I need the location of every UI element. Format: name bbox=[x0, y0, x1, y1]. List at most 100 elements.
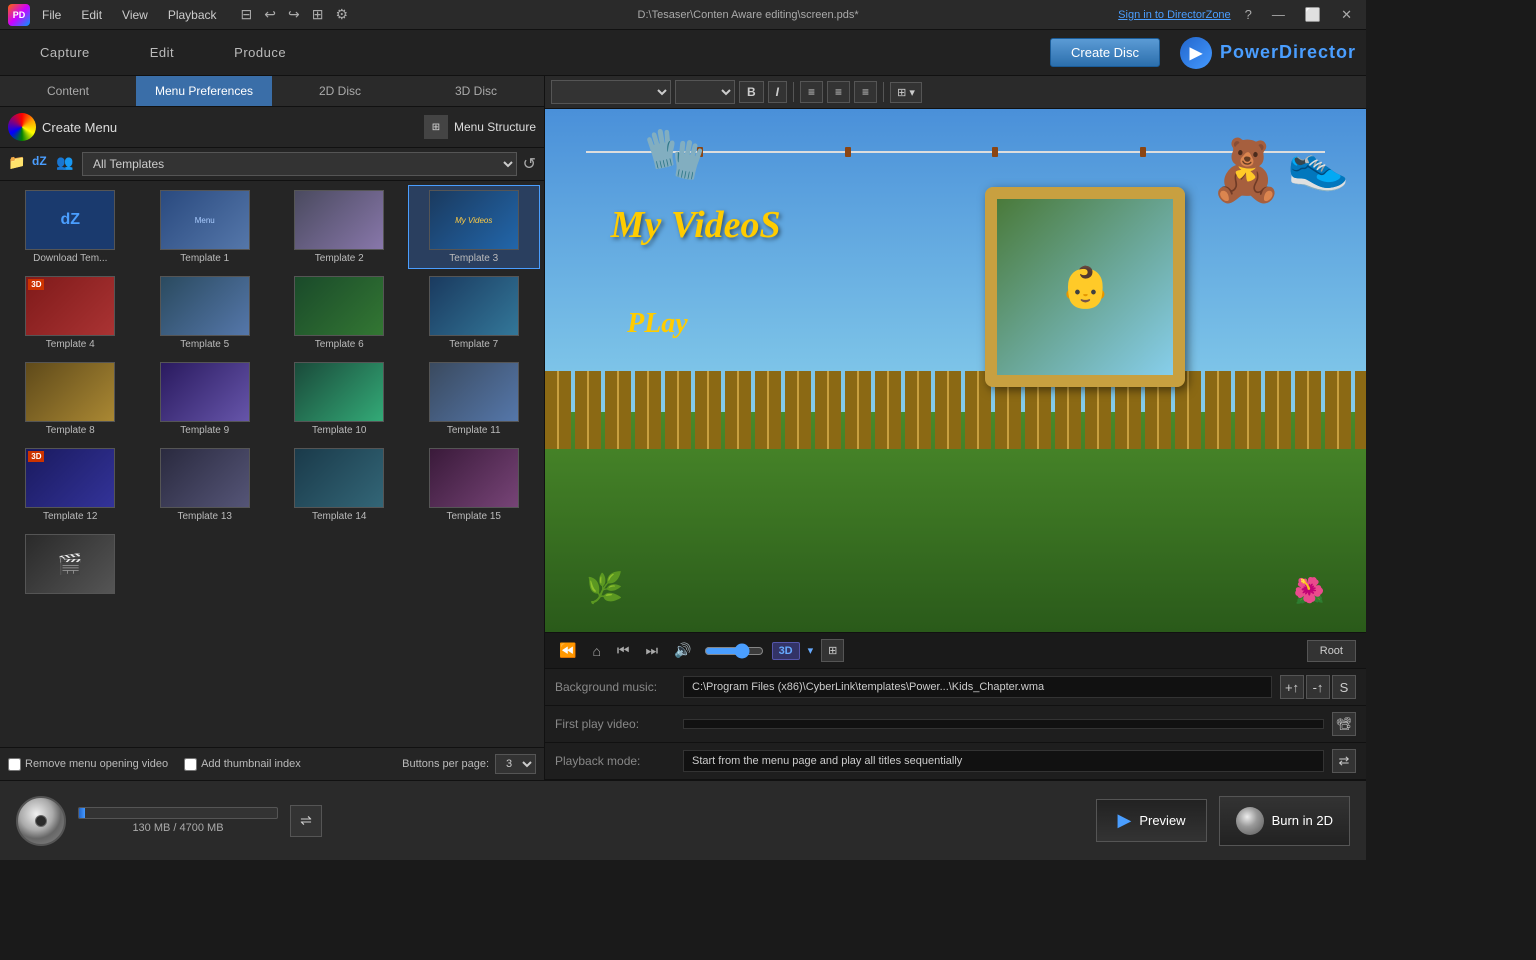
create-disc-button[interactable]: Create Disc bbox=[1050, 38, 1160, 67]
create-menu-button[interactable]: Create Menu bbox=[42, 120, 117, 135]
template-thumb-2 bbox=[294, 190, 384, 250]
template-label-12: Template 12 bbox=[43, 511, 97, 522]
template-12[interactable]: 3D Template 12 bbox=[4, 443, 137, 527]
toolbar-settings-btn[interactable]: ⚙ bbox=[331, 4, 352, 25]
template-label-1: Template 1 bbox=[180, 253, 229, 264]
template-2[interactable]: Template 2 bbox=[273, 185, 406, 269]
menu-file[interactable]: File bbox=[34, 6, 69, 24]
bg-music-settings-btn[interactable]: S bbox=[1332, 675, 1356, 699]
nav-capture[interactable]: Capture bbox=[10, 37, 120, 68]
first-play-value bbox=[683, 719, 1324, 729]
add-thumbnail-checkbox[interactable] bbox=[184, 758, 197, 771]
refresh-button[interactable]: ↺ bbox=[523, 154, 536, 174]
template-10[interactable]: Template 10 bbox=[273, 357, 406, 441]
align-left-button[interactable]: ≡ bbox=[800, 81, 823, 103]
remove-opening-row[interactable]: Remove menu opening video bbox=[8, 758, 168, 771]
menu-structure-button[interactable]: ⊞ Menu Structure bbox=[424, 115, 536, 139]
template-11[interactable]: Template 11 bbox=[408, 357, 541, 441]
template-thumb-extra: 🎬 bbox=[25, 534, 115, 594]
folder-icon[interactable]: 📁 bbox=[8, 154, 28, 174]
template-5[interactable]: Template 5 bbox=[139, 271, 272, 355]
play-text[interactable]: PLay bbox=[627, 308, 688, 340]
title-bar-left: PD File Edit View Playback ⊟ ↩ ↪ ⊞ ⚙ bbox=[8, 4, 378, 26]
bg-music-add-btn[interactable]: +↑ bbox=[1280, 675, 1304, 699]
template-thumb-1: Menu bbox=[160, 190, 250, 250]
help-btn[interactable]: ? bbox=[1239, 5, 1258, 24]
pb-3d-dropdown[interactable]: ▾ bbox=[808, 644, 814, 657]
maximize-btn[interactable]: ⬜ bbox=[1299, 5, 1327, 25]
layout-button[interactable]: ⊞ ▾ bbox=[890, 82, 922, 103]
nav-edit[interactable]: Edit bbox=[120, 37, 204, 68]
pb-home-btn[interactable]: ⌂ bbox=[588, 641, 604, 661]
bg-music-label: Background music: bbox=[555, 680, 675, 694]
template-14[interactable]: Template 14 bbox=[273, 443, 406, 527]
template-15[interactable]: Template 15 bbox=[408, 443, 541, 527]
font-family-select[interactable] bbox=[551, 80, 671, 104]
template-3[interactable]: My Videos Template 3 bbox=[408, 185, 541, 269]
template-8[interactable]: Template 8 bbox=[4, 357, 137, 441]
pb-next-btn[interactable]: ⏭ bbox=[642, 640, 663, 661]
template-6[interactable]: Template 6 bbox=[273, 271, 406, 355]
pb-volume-btn[interactable]: 🔊 bbox=[670, 640, 695, 661]
format-separator-2 bbox=[883, 82, 884, 102]
template-9[interactable]: Template 9 bbox=[139, 357, 272, 441]
volume-slider[interactable] bbox=[704, 643, 764, 659]
templates-area[interactable]: dZ Download Tem... Menu Template 1 Templ… bbox=[0, 181, 544, 747]
create-menu-icon bbox=[8, 113, 36, 141]
template-1[interactable]: Menu Template 1 bbox=[139, 185, 272, 269]
tab-3d-disc[interactable]: 3D Disc bbox=[408, 76, 544, 106]
template-4[interactable]: 3D Template 4 bbox=[4, 271, 137, 355]
burn-button[interactable]: Burn in 2D bbox=[1219, 796, 1350, 846]
toolbar-grid-btn[interactable]: ⊟ bbox=[237, 4, 257, 25]
title-bar: PD File Edit View Playback ⊟ ↩ ↪ ⊞ ⚙ D:\… bbox=[0, 0, 1366, 30]
font-size-select[interactable] bbox=[675, 80, 735, 104]
menu-struct-icon: ⊞ bbox=[424, 115, 448, 139]
template-extra[interactable]: 🎬 bbox=[4, 529, 137, 602]
playback-mode-change-btn[interactable]: ⇄ bbox=[1332, 749, 1356, 773]
format-toolbar: B I ≡ ≡ ≡ ⊞ ▾ bbox=[545, 76, 1366, 109]
pb-prev-btn[interactable]: ⏮ bbox=[613, 640, 634, 661]
toolbar-menu-btn[interactable]: ⊞ bbox=[308, 4, 328, 25]
remove-opening-checkbox[interactable] bbox=[8, 758, 21, 771]
template-13[interactable]: Template 13 bbox=[139, 443, 272, 527]
toolbar-undo-btn[interactable]: ↩ bbox=[260, 4, 280, 25]
filter-dropdown[interactable]: All Templates bbox=[82, 152, 517, 176]
info-row-first-play: First play video: 📽 bbox=[545, 706, 1366, 743]
status-bar: 130 MB / 4700 MB ⇌ ▶ Preview Burn in 2D bbox=[0, 780, 1366, 860]
frame-inner: 👶 bbox=[997, 199, 1173, 375]
sign-in-link[interactable]: Sign in to DirectorZone bbox=[1118, 9, 1231, 21]
people-icon[interactable]: 👥 bbox=[56, 154, 76, 174]
minimize-btn[interactable]: — bbox=[1266, 5, 1291, 24]
tab-2d-disc[interactable]: 2D Disc bbox=[272, 76, 408, 106]
menu-edit[interactable]: Edit bbox=[73, 6, 110, 24]
close-btn[interactable]: ✕ bbox=[1335, 5, 1358, 25]
tab-menu-preferences[interactable]: Menu Preferences bbox=[136, 76, 272, 106]
buttons-per-page-select[interactable]: 3 4 6 bbox=[495, 754, 536, 774]
align-right-button[interactable]: ≡ bbox=[854, 81, 877, 103]
preview-button[interactable]: ▶ Preview bbox=[1096, 799, 1206, 842]
tab-content[interactable]: Content bbox=[0, 76, 136, 106]
template-thumb-6 bbox=[294, 276, 384, 336]
first-play-add-btn[interactable]: 📽 bbox=[1332, 712, 1356, 736]
bold-button[interactable]: B bbox=[739, 81, 764, 103]
nav-produce[interactable]: Produce bbox=[204, 37, 316, 68]
template-label-download: Download Tem... bbox=[33, 253, 107, 264]
bg-music-remove-btn[interactable]: -↑ bbox=[1306, 675, 1330, 699]
add-thumbnail-row[interactable]: Add thumbnail index bbox=[184, 758, 301, 771]
root-button[interactable]: Root bbox=[1307, 640, 1356, 662]
transfer-button[interactable]: ⇌ bbox=[290, 805, 322, 837]
template-download[interactable]: dZ Download Tem... bbox=[4, 185, 137, 269]
template-label-4: Template 4 bbox=[46, 339, 95, 350]
grid-view-btn[interactable]: ⊞ bbox=[821, 639, 844, 662]
title-right: Sign in to DirectorZone ? — ⬜ ✕ bbox=[1118, 5, 1358, 25]
align-center-button[interactable]: ≡ bbox=[827, 81, 850, 103]
template-label-11: Template 11 bbox=[447, 425, 501, 436]
template-7[interactable]: Template 7 bbox=[408, 271, 541, 355]
toolbar-redo-btn[interactable]: ↪ bbox=[284, 4, 304, 25]
menu-playback[interactable]: Playback bbox=[160, 6, 225, 24]
disc-progress-fill bbox=[79, 808, 85, 818]
menu-view[interactable]: View bbox=[114, 6, 156, 24]
dz-icon[interactable]: dZ bbox=[32, 154, 52, 174]
italic-button[interactable]: I bbox=[768, 81, 787, 103]
pb-back-btn[interactable]: ⏪ bbox=[555, 640, 580, 661]
